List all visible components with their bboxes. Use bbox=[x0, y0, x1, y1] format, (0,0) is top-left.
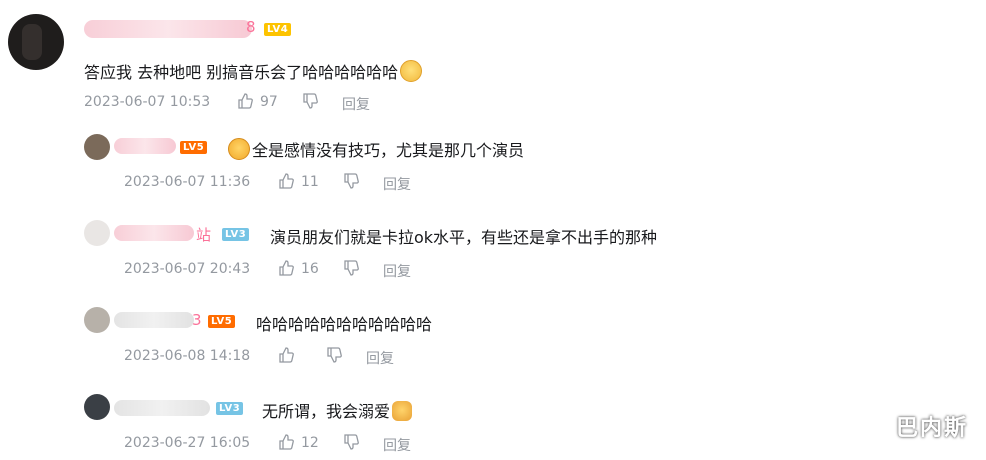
timestamp: 2023-06-07 10:53 bbox=[84, 94, 211, 110]
username-blurred[interactable] bbox=[114, 400, 210, 416]
username-blurred[interactable] bbox=[84, 20, 252, 38]
comment-text: 全是感情没有技巧，尤其是那几个演员 bbox=[226, 137, 524, 161]
timestamp: 2023-06-07 20:43 bbox=[124, 261, 251, 277]
username-blurred[interactable] bbox=[114, 138, 176, 154]
thumbs-up-icon[interactable] bbox=[237, 93, 253, 109]
thumbs-up-icon[interactable] bbox=[278, 173, 294, 189]
reply-button[interactable]: 回复 bbox=[366, 348, 394, 368]
like-count: 97 bbox=[260, 94, 278, 110]
thumbs-up-icon[interactable] bbox=[278, 434, 294, 450]
username-suffix[interactable]: 8 bbox=[246, 18, 256, 36]
reply-button[interactable]: 回复 bbox=[383, 261, 411, 281]
thumbs-down-icon[interactable] bbox=[302, 93, 318, 109]
level-badge: LV3 bbox=[216, 402, 244, 415]
thumbs-down-icon[interactable] bbox=[343, 173, 359, 189]
like-count: 11 bbox=[301, 174, 319, 190]
blush-emoji-icon bbox=[400, 60, 423, 82]
thumbs-up-icon[interactable] bbox=[278, 260, 294, 276]
level-badge: LV4 bbox=[264, 23, 292, 36]
thumbs-down-icon[interactable] bbox=[343, 434, 359, 450]
username-blurred[interactable] bbox=[114, 225, 194, 241]
username-suffix[interactable]: 3 bbox=[192, 311, 202, 329]
avatar[interactable] bbox=[8, 14, 64, 70]
thumbs-down-icon[interactable] bbox=[343, 260, 359, 276]
comment-text: 无所谓，我会溺爱 bbox=[262, 398, 413, 422]
username-blurred[interactable] bbox=[114, 312, 194, 328]
level-badge: LV5 bbox=[208, 315, 236, 328]
timestamp: 2023-06-27 16:05 bbox=[124, 435, 251, 451]
thumbs-up-icon[interactable] bbox=[278, 347, 294, 363]
comment-text: 演员朋友们就是卡拉ok水平，有些还是拿不出手的那种 bbox=[270, 228, 658, 247]
avatar[interactable] bbox=[84, 134, 110, 160]
thumbs-down-icon[interactable] bbox=[326, 347, 342, 363]
comment-text: 哈哈哈哈哈哈哈哈哈哈哈 bbox=[256, 315, 433, 334]
timestamp: 2023-06-07 11:36 bbox=[124, 174, 251, 190]
avatar[interactable] bbox=[84, 307, 110, 333]
comment-text: 答应我 去种地吧 别搞音乐会了哈哈哈哈哈哈 bbox=[84, 59, 423, 83]
watermark: 巴内斯 bbox=[895, 416, 968, 441]
like-count: 16 bbox=[301, 261, 319, 277]
avatar[interactable] bbox=[84, 220, 110, 246]
reply-button[interactable]: 回复 bbox=[383, 435, 411, 455]
cat-emoji-icon bbox=[392, 401, 413, 421]
timestamp: 2023-06-08 14:18 bbox=[124, 348, 251, 364]
level-badge: LV5 bbox=[180, 141, 208, 154]
level-badge: LV3 bbox=[222, 228, 250, 241]
crying-laugh-emoji-icon bbox=[228, 138, 250, 160]
avatar[interactable] bbox=[84, 394, 110, 420]
like-count: 12 bbox=[301, 435, 319, 451]
reply-button[interactable]: 回复 bbox=[342, 94, 370, 114]
username-suffix[interactable]: 站 bbox=[196, 224, 211, 245]
reply-button[interactable]: 回复 bbox=[383, 174, 411, 194]
